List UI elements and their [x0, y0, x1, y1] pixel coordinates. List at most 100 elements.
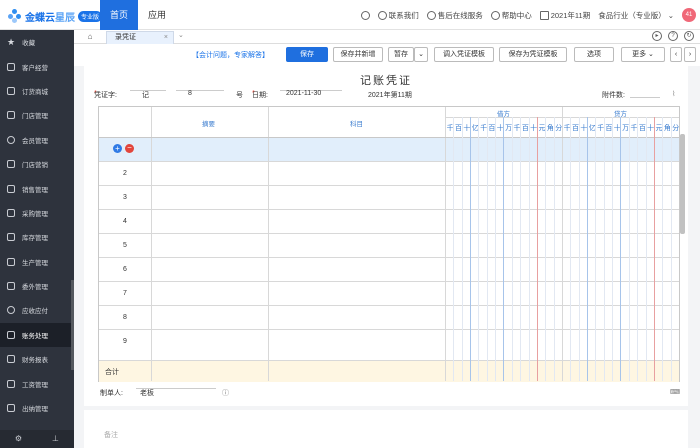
- save-button[interactable]: 保存: [286, 47, 328, 62]
- brand-logo[interactable]: 金蝶云星辰 专业版: [8, 8, 103, 24]
- sales-icon: [7, 184, 15, 193]
- sidebar-item-marketing[interactable]: 门店营销: [0, 152, 74, 176]
- row-number: 7: [123, 290, 127, 297]
- next-button[interactable]: ›: [684, 47, 696, 62]
- sidebar-item-customer[interactable]: 客户经营: [0, 54, 74, 78]
- sidebar-item-purchase[interactable]: 采购管理: [0, 201, 74, 225]
- row-number: 3: [123, 194, 127, 201]
- logo-mark-icon: [8, 9, 22, 23]
- voucher-period: 2021年第11期: [368, 92, 412, 99]
- voucher-date-input[interactable]: 2021-11-30: [280, 90, 342, 97]
- row-number: 8: [123, 314, 127, 321]
- digit-header: 分: [555, 125, 563, 132]
- table-total-row: [99, 360, 679, 382]
- table-scrollbar[interactable]: [680, 134, 685, 234]
- sidebar-item-store[interactable]: 门店管理: [0, 103, 74, 127]
- account-header: 科目: [350, 121, 363, 128]
- sidebar-item-favorites[interactable]: ★ 收藏: [0, 30, 74, 54]
- row-number: 9: [123, 338, 127, 345]
- nav-apps[interactable]: 应用: [138, 0, 176, 30]
- chat-icon: [426, 10, 436, 20]
- voucher-number-suffix: 号: [236, 92, 243, 99]
- chevron-down-icon[interactable]: ⌄: [178, 31, 184, 39]
- voucher-word-select[interactable]: 记: [130, 90, 166, 99]
- voucher-meta: * 凭证字: 记 8 号 * 日期: 2021-11-30 2021年第11期 附件…: [94, 90, 676, 99]
- keyboard-icon[interactable]: ⌨: [670, 388, 680, 396]
- company-selector[interactable]: 食品行业（专业版） ⌄: [598, 10, 674, 21]
- sidebar-item-mall[interactable]: 订货商城: [0, 79, 74, 103]
- help-link[interactable]: 帮助中心: [490, 10, 532, 21]
- options-button[interactable]: 选项: [574, 47, 614, 62]
- voucher-title: 记账凭证: [360, 75, 412, 87]
- tab-voucher-entry[interactable]: 录凭证 ×: [106, 31, 174, 44]
- sidebar-item-outsource[interactable]: 委外管理: [0, 274, 74, 298]
- remark-placeholder: 备注: [104, 432, 118, 439]
- save-template-button[interactable]: 保存为凭证模板: [499, 47, 567, 62]
- sidebar-item-production[interactable]: 生产管理: [0, 250, 74, 274]
- sidebar-item-member[interactable]: 会员管理: [0, 128, 74, 152]
- close-icon[interactable]: ×: [164, 32, 168, 44]
- voucher-table: 摘要 科目 借方 贷方 千百十亿千百十万千百十元角分千百十亿千百十万千百十元角分…: [98, 106, 680, 382]
- digit-header: 分: [672, 125, 680, 132]
- chevron-down-icon: ⌄: [648, 51, 654, 58]
- refresh-icon[interactable]: ↻: [684, 31, 694, 41]
- save-new-button[interactable]: 保存并新增: [333, 47, 383, 62]
- sidebar-item-cashier[interactable]: 出纳管理: [0, 396, 74, 420]
- pin-icon[interactable]: ⊥: [37, 430, 74, 448]
- contact-link[interactable]: 联系我们: [377, 10, 419, 21]
- attachments-label: 附件数:: [602, 92, 625, 99]
- production-icon: [7, 257, 15, 266]
- sidebar-scrollbar[interactable]: [71, 280, 74, 370]
- add-row-icon[interactable]: +: [113, 144, 122, 153]
- sidebar-item-sales[interactable]: 销售管理: [0, 176, 74, 200]
- top-bar: 金蝶云星辰 专业版 首页 应用 联系我们 售后在线服务 帮助中心 2021年11…: [0, 0, 700, 30]
- toolbar: 【会计问题，专家解答】 保存 保存并新增 暂存 ⌄ 调入凭证模板 保存为凭证模板…: [74, 44, 700, 66]
- voucher-number-input[interactable]: 8: [176, 90, 224, 97]
- chevron-right-icon: ›: [688, 51, 692, 58]
- sidebar-item-accounting[interactable]: 账务处理: [0, 322, 74, 348]
- accounting-icon: [7, 330, 15, 339]
- mall-icon: [7, 86, 15, 95]
- prev-button[interactable]: ‹: [670, 47, 682, 62]
- sidebar-item-salary[interactable]: 工资管理: [0, 371, 74, 395]
- chevron-down-icon: ⌄: [418, 51, 424, 58]
- sidebar-item-reports[interactable]: 财务报表: [0, 347, 74, 371]
- row-number: 5: [123, 242, 127, 249]
- phone-icon: [377, 10, 387, 20]
- temp-save-dropdown[interactable]: ⌄: [414, 47, 428, 62]
- brand-badge: 专业版: [78, 10, 103, 22]
- voucher-footer: 制单人: 老板 ⓘ ⌨: [84, 388, 688, 402]
- settings-gear-icon[interactable]: ⚙: [0, 430, 37, 448]
- nav-home[interactable]: 首页: [100, 0, 138, 30]
- tab-controls: ▸ ? ↻: [652, 31, 694, 41]
- top-right-menu: 联系我们 售后在线服务 帮助中心 2021年11期 食品行业（专业版） ⌄ 41: [360, 0, 696, 30]
- temp-save-button[interactable]: 暂存: [388, 47, 414, 62]
- attachment-clip-icon[interactable]: ⌇: [672, 90, 675, 98]
- home-icon[interactable]: ⌂: [84, 31, 96, 43]
- star-icon: ★: [7, 36, 16, 47]
- help-icon[interactable]: ?: [668, 31, 678, 41]
- expert-help-link[interactable]: 【会计问题，专家解答】: [192, 50, 269, 60]
- help-icon[interactable]: ⓘ: [222, 388, 229, 398]
- remark-area[interactable]: 备注: [84, 410, 688, 448]
- service-link[interactable]: 售后在线服务: [426, 10, 483, 21]
- purchase-icon: [7, 208, 15, 217]
- import-template-button[interactable]: 调入凭证模板: [434, 47, 494, 62]
- maker-field[interactable]: 老板: [136, 388, 216, 397]
- period-selector[interactable]: 2021年11期: [539, 10, 590, 21]
- table-row-selected[interactable]: [99, 137, 679, 161]
- attachments-input[interactable]: [630, 90, 660, 98]
- sidebar-item-inventory[interactable]: 库存管理: [0, 225, 74, 249]
- row-number: 6: [123, 266, 127, 273]
- customer-icon: [7, 62, 15, 71]
- total-label: 合计: [105, 369, 119, 376]
- store-icon: [7, 111, 15, 120]
- avatar[interactable]: 41: [682, 8, 696, 22]
- more-button[interactable]: 更多 ⌄: [621, 47, 665, 62]
- play-icon[interactable]: ▸: [652, 31, 662, 41]
- chevron-down-icon: ⌄: [667, 10, 674, 20]
- sidebar: ★ 收藏 客户经营 订货商城 门店管理 会员管理 门店营销 销售管理 采购管理 库…: [0, 30, 74, 448]
- search-button[interactable]: [360, 10, 370, 20]
- sidebar-item-receivable[interactable]: 应收应付: [0, 298, 74, 322]
- delete-row-icon[interactable]: −: [125, 144, 134, 153]
